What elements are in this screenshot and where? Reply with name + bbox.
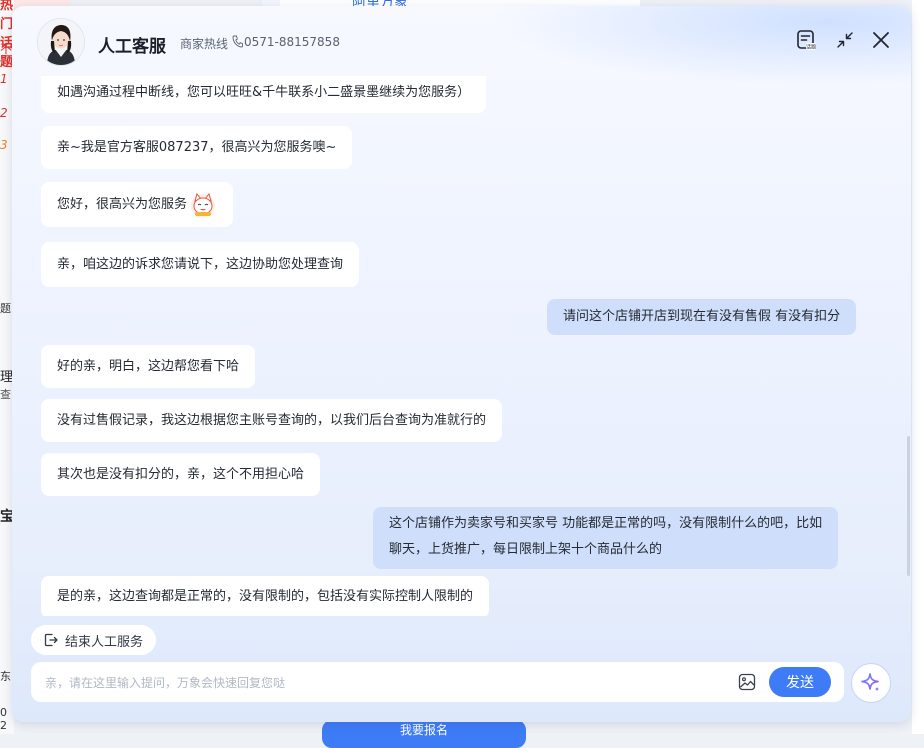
upload-image-button[interactable] (738, 673, 756, 691)
agent-message: 如遇沟通过程中断线，您可以旺旺&千牛联系小二盛景墨继续为您服务） (41, 76, 487, 113)
agent-avatar (37, 18, 85, 66)
background-fragment: 3 (0, 138, 8, 152)
message-input[interactable] (43, 672, 727, 694)
background-fragment: 查 (0, 388, 11, 401)
exit-icon (44, 633, 58, 647)
record-icon-label: 话题 (806, 44, 816, 51)
background-right-panel (912, 0, 924, 734)
background-fragment: 2 (0, 106, 8, 120)
user-message-line: 这个店铺作为卖家号和买家号 功能都是正常的吗，没有限制什么的吧，比如 (389, 516, 823, 531)
hotline-number: 0571-88157858 (244, 35, 340, 49)
sparkle-icon (861, 673, 880, 692)
message-scrollbar[interactable] (907, 436, 910, 576)
record-icon: 话题 (797, 30, 816, 51)
chat-record-button[interactable]: 话题 (794, 28, 818, 52)
chat-header: 人工客服 商家热线 0571-88157858 话题 (12, 6, 911, 76)
send-button[interactable]: 发送 (769, 667, 831, 697)
image-icon (738, 673, 756, 691)
background-fragment: 1 (0, 72, 8, 86)
cat-emoji-icon (189, 191, 217, 219)
close-icon (873, 32, 889, 48)
agent-name: 人工客服 (98, 37, 166, 57)
background-signup-button[interactable]: 我要报名 (322, 720, 526, 748)
close-button[interactable] (869, 28, 893, 52)
agent-message-text: 您好，很高兴为您服务 (57, 197, 188, 212)
message-list[interactable]: 如遇沟通过程中断线，您可以旺旺&千牛联系小二盛景墨继续为您服务） 亲~我是官方客… (12, 76, 911, 616)
ai-assistant-button[interactable] (851, 663, 891, 703)
user-message: 请问这个店铺开店到现在有没有售假 有没有扣分 (547, 299, 857, 335)
agent-message: 是的亲，这边查询都是正常的，没有限制的，包括没有实际控制人限制的 (41, 576, 490, 616)
hotline-label: 商家热线 (180, 37, 229, 51)
message-input-box: 发送 (31, 662, 844, 702)
background-fragment: 不 (0, 42, 13, 56)
background-fragment: 东 (0, 670, 11, 683)
minimize-button[interactable] (833, 28, 857, 52)
agent-message: 好的亲，明白，这边帮您看下哈 (41, 345, 256, 388)
collapse-icon (837, 32, 853, 48)
agent-message: 其次也是没有扣分的，亲，这个不用担心哈 (41, 453, 321, 496)
background-fragment: 题 (0, 302, 11, 315)
agent-message: 您好，很高兴为您服务 (41, 182, 234, 227)
agent-message: 没有过售假记录，我这边根据您主账号查询的，以我们后台查询为准就行的 (41, 399, 503, 442)
end-human-service-button[interactable]: 结束人工服务 (31, 625, 157, 655)
agent-message: 亲，咱这边的诉求您请说下，这边协助您处理查询 (41, 242, 360, 287)
phone-icon (232, 35, 244, 49)
end-human-service-label: 结束人工服务 (65, 634, 144, 650)
user-message: 这个店铺作为卖家号和买家号 功能都是正常的吗，没有限制什么的吧，比如 聊天，上货… (373, 507, 839, 569)
agent-message: 亲~我是官方客服087237，很高兴为您服务噢~ (41, 126, 353, 169)
customer-service-chat-window: 人工客服 商家热线 0571-88157858 话题 如遇沟通过程中断线，您可以… (12, 6, 911, 722)
user-message-line: 聊天，上货推广，每日限制上架十个商品什么的 (389, 542, 663, 557)
